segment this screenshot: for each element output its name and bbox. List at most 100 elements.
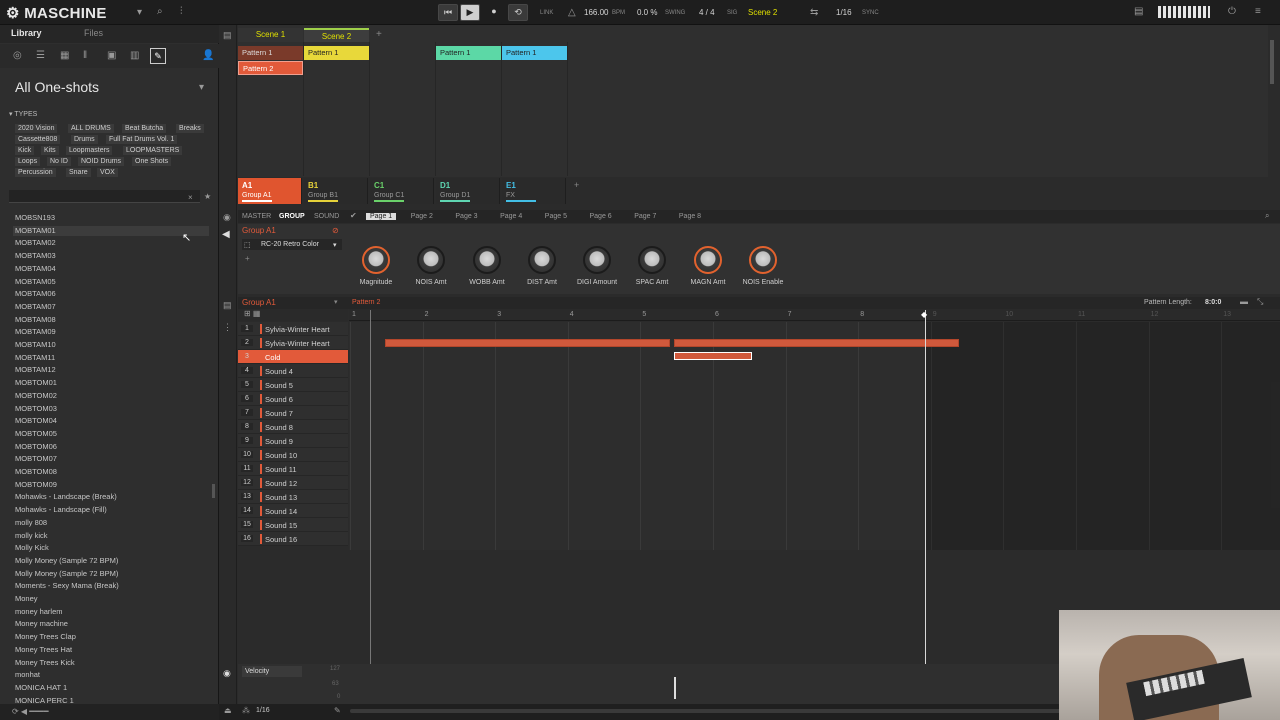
type-tag[interactable]: NOID Drums (78, 157, 125, 166)
file-list-item[interactable]: Money (15, 594, 38, 603)
type-tag[interactable]: VOX (97, 168, 118, 177)
swing-value[interactable]: 0.0 % (637, 8, 657, 17)
sound-slot[interactable]: 10 Sound 10 (238, 448, 348, 462)
velocity-bar[interactable] (674, 677, 676, 699)
clip-a-pattern-2[interactable]: Pattern 2 (238, 61, 303, 75)
parameter-knob[interactable] (362, 246, 390, 274)
file-list-item[interactable]: MOBTOM03 (15, 404, 57, 413)
type-tag[interactable]: Percussion (15, 168, 56, 177)
effect-icon[interactable]: ▣ (107, 50, 116, 61)
chevron-down-icon[interactable]: ▾ (137, 7, 142, 18)
loop-button[interactable]: ⟲ (508, 4, 528, 21)
search-input[interactable] (9, 190, 200, 203)
sound-slot[interactable]: 14 Sound 14 (238, 504, 348, 518)
project-icon[interactable]: ◎ (13, 50, 22, 61)
file-list-item[interactable]: money harlem (15, 607, 63, 616)
clip-b-pattern-1[interactable]: Pattern 1 (304, 46, 369, 60)
loop-icon[interactable]: ▥ (130, 50, 139, 61)
type-tag[interactable]: One Shots (132, 157, 172, 166)
user-icon[interactable]: 👤 (202, 50, 214, 61)
search-icon[interactable]: ⌕ (157, 6, 163, 17)
current-scene[interactable]: Scene 2 (748, 8, 777, 17)
step-grid-value[interactable]: 1/16 (256, 707, 270, 714)
rewind-button[interactable]: ⏮ (438, 4, 458, 21)
sound-slot[interactable]: 15 Sound 15 (238, 518, 348, 532)
page-tab[interactable]: Page 7 (634, 213, 656, 220)
sound-slot[interactable]: 6 Sound 6 (238, 392, 348, 406)
play-button[interactable]: ▶ (460, 4, 480, 21)
group-icon[interactable]: ☰ (36, 50, 45, 61)
file-list-item[interactable]: MOBTAM12 (15, 365, 56, 374)
file-list-item[interactable]: Money machine (15, 619, 68, 628)
tab-scene-1[interactable]: Scene 1 (238, 28, 303, 42)
lock-icon[interactable]: ⊘ (332, 226, 339, 235)
metronome-icon[interactable]: △ (568, 7, 576, 18)
group-cell[interactable]: A1 Group A1 (238, 178, 302, 204)
eject-icon[interactable]: ⏏ (224, 706, 232, 715)
sound-slot[interactable]: 5 Sound 5 (238, 378, 348, 392)
category-title[interactable]: All One-shots (15, 79, 99, 95)
file-list-item[interactable]: Money Trees Hat (15, 645, 72, 654)
file-list-item[interactable]: Molly Kick (15, 543, 49, 552)
tempo-value[interactable]: 166.00 (584, 8, 608, 17)
add-scene-button[interactable]: + (376, 29, 382, 40)
group-cell[interactable]: B1 Group B1 (304, 178, 368, 204)
file-list-item[interactable]: MOBTAM06 (15, 289, 56, 298)
file-list-item[interactable]: Mohawks - Landscape (Break) (15, 492, 117, 501)
plugin-strip-icon[interactable]: ◀ (222, 229, 230, 240)
tab-master[interactable]: MASTER (242, 213, 271, 220)
horizontal-scrollbar[interactable] (350, 709, 1070, 713)
group-cell[interactable]: E1 FX (502, 178, 566, 204)
file-list-item[interactable]: Mohawks - Landscape (Fill) (15, 505, 107, 514)
file-list-item[interactable]: MOBTOM01 (15, 378, 57, 387)
file-list-item[interactable]: Molly Money (Sample 72 BPM) (15, 556, 118, 565)
file-list-item[interactable]: MOBTOM02 (15, 391, 57, 400)
tab-files[interactable]: Files (84, 28, 103, 38)
file-list-item[interactable]: monhat (15, 670, 40, 679)
sound-slot[interactable]: 1 Sylvia-Winter Heart (238, 322, 348, 336)
parameter-knob[interactable] (417, 246, 445, 274)
scrollbar-thumb[interactable] (212, 484, 215, 498)
file-list-item[interactable]: molly 808 (15, 518, 47, 527)
link-label[interactable]: LINK (540, 10, 553, 16)
note-event[interactable] (674, 339, 959, 347)
group-cell[interactable]: D1 Group D1 (436, 178, 500, 204)
sound-slot[interactable]: 13 Sound 13 (238, 490, 348, 504)
keyboard-icon[interactable]: ▤ (1134, 6, 1143, 17)
arranger-scrollbar[interactable] (1270, 40, 1274, 84)
tab-scene-2[interactable]: Scene 2 (304, 28, 369, 42)
type-tag[interactable]: Beat Butcha (122, 124, 167, 133)
sound-slot[interactable]: 4 Sound 4 (238, 364, 348, 378)
star-icon[interactable]: ★ (204, 192, 211, 201)
page-tab[interactable]: Page 5 (545, 213, 567, 220)
app-logo[interactable]: ⚙ MASCHINE (6, 4, 107, 22)
search-icon[interactable]: ⌕ (1265, 211, 1269, 221)
grid-value[interactable]: 1/16 (836, 8, 852, 17)
chevron-down-icon[interactable]: ▾ (333, 241, 337, 249)
file-list-item[interactable]: MOBTOM09 (15, 480, 57, 489)
chevron-down-icon[interactable]: ▾ (334, 298, 338, 306)
types-label[interactable]: ▾ TYPES (9, 110, 37, 118)
file-list-item[interactable]: MOBTOM06 (15, 442, 57, 451)
end-marker-handle[interactable]: ◆ (921, 310, 927, 319)
pattern-menu-icon[interactable]: ▬ (1240, 297, 1248, 306)
timeline-ruler[interactable] (349, 309, 1280, 321)
page-tab[interactable]: Page 1 (366, 213, 397, 220)
sound-slot[interactable]: 8 Sound 8 (238, 420, 348, 434)
page-tab[interactable]: Page 2 (411, 213, 433, 220)
type-tag[interactable]: Drums (71, 135, 98, 144)
mixer-icon[interactable]: ⫶ (180, 6, 183, 17)
parameter-knob[interactable] (528, 246, 556, 274)
power-icon[interactable]: ⏻ (1228, 6, 1236, 17)
sound-slot[interactable]: 7 Sound 7 (238, 406, 348, 420)
parameter-knob[interactable] (473, 246, 501, 274)
clear-icon[interactable]: × (188, 193, 193, 202)
type-tag[interactable]: Loops (15, 157, 41, 166)
type-tag[interactable]: Breaks (176, 124, 204, 133)
group-cell[interactable]: C1 Group C1 (370, 178, 434, 204)
parameter-knob[interactable] (638, 246, 666, 274)
one-shot-icon[interactable]: ✎ (150, 48, 166, 64)
type-tag[interactable]: Kick (15, 146, 35, 155)
file-list-item[interactable]: MOBTOM05 (15, 429, 57, 438)
file-list-item[interactable]: Moments - Sexy Mama (Break) (15, 581, 119, 590)
